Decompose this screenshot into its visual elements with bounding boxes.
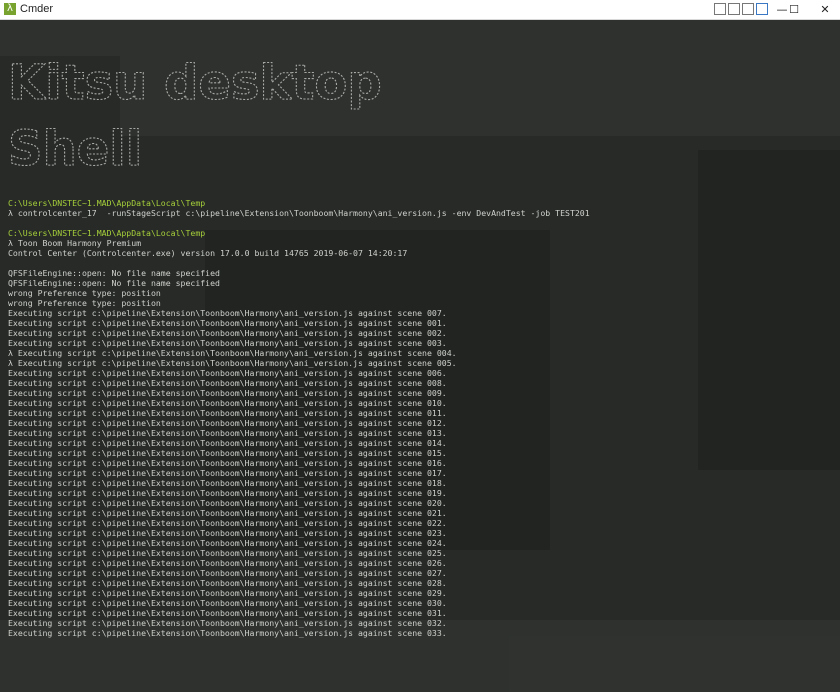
chevron-down-icon[interactable]	[742, 3, 754, 15]
output-line: Executing script c:\pipeline\Extension\T…	[8, 548, 447, 558]
output-line: QFSFileEngine::open: No file name specif…	[8, 268, 220, 278]
monitor-icon[interactable]	[756, 3, 768, 15]
console-lines: C:\Users\DNSTEC~1.MAD\AppData\Local\Temp…	[8, 198, 828, 638]
output-line: Executing script c:\pipeline\Extension\T…	[8, 328, 447, 338]
output-line: Executing script c:\pipeline\Extension\T…	[8, 318, 447, 328]
output-line: Executing script c:\pipeline\Extension\T…	[8, 388, 447, 398]
banner-line-1: Kitsu desktop	[8, 55, 382, 111]
output-line: Executing script c:\pipeline\Extension\T…	[8, 368, 447, 378]
output-line: Executing script c:\pipeline\Extension\T…	[8, 478, 447, 488]
cmder-lambda-icon: λ	[4, 3, 16, 15]
output-line: Executing script c:\pipeline\Extension\T…	[8, 428, 447, 438]
output-line: Executing script c:\pipeline\Extension\T…	[8, 418, 447, 428]
cmder-window: λ Cmder — ☐ ✕ Kitsu desktop Shell C:\Use…	[0, 0, 840, 692]
output-line: Executing script c:\pipeline\Extension\T…	[8, 558, 447, 568]
prompt-path: C:\Users\DNSTEC~1.MAD\AppData\Local\Temp	[8, 198, 206, 208]
output-line: λ Executing script c:\pipeline\Extension…	[8, 358, 457, 368]
close-button[interactable]: ✕	[811, 0, 839, 19]
output-line: wrong Preference type: position	[8, 288, 161, 298]
output-line: Executing script c:\pipeline\Extension\T…	[8, 628, 447, 638]
output-line: Executing script c:\pipeline\Extension\T…	[8, 458, 447, 468]
prompt-path: C:\Users\DNSTEC~1.MAD\AppData\Local\Temp	[8, 228, 206, 238]
output-line: Executing script c:\pipeline\Extension\T…	[8, 578, 447, 588]
output-line: Executing script c:\pipeline\Extension\T…	[8, 608, 447, 618]
ascii-banner: Kitsu desktop Shell	[7, 54, 382, 177]
command-line: λ controlcenter_17 -runStageScript c:\pi…	[8, 208, 590, 218]
close-tab-icon[interactable]	[728, 3, 740, 15]
output-line: Executing script c:\pipeline\Extension\T…	[8, 508, 447, 518]
output-line: QFSFileEngine::open: No file name specif…	[8, 278, 220, 288]
output-line: Executing script c:\pipeline\Extension\T…	[8, 378, 447, 388]
output-line: λ Toon Boom Harmony Premium	[8, 238, 142, 248]
output-line: Executing script c:\pipeline\Extension\T…	[8, 448, 447, 458]
output-line: Executing script c:\pipeline\Extension\T…	[8, 408, 447, 418]
output-line: Executing script c:\pipeline\Extension\T…	[8, 538, 447, 548]
output-line: Executing script c:\pipeline\Extension\T…	[8, 498, 447, 508]
script-output: QFSFileEngine::open: No file name specif…	[8, 268, 828, 638]
output-line: Executing script c:\pipeline\Extension\T…	[8, 488, 447, 498]
output-line: Control Center (Controlcenter.exe) versi…	[8, 248, 408, 258]
banner-line-2: Shell	[8, 121, 142, 177]
output-line: Executing script c:\pipeline\Extension\T…	[8, 518, 447, 528]
output-line: Executing script c:\pipeline\Extension\T…	[8, 438, 447, 448]
output-line: Executing script c:\pipeline\Extension\T…	[8, 618, 447, 628]
tile-icon[interactable]	[714, 3, 726, 15]
output-line: Executing script c:\pipeline\Extension\T…	[8, 468, 447, 478]
output-line: Executing script c:\pipeline\Extension\T…	[8, 398, 447, 408]
output-line: Executing script c:\pipeline\Extension\T…	[8, 338, 447, 348]
output-line: λ Executing script c:\pipeline\Extension…	[8, 348, 457, 358]
output-line: Executing script c:\pipeline\Extension\T…	[8, 308, 447, 318]
terminal-output[interactable]: Kitsu desktop Shell C:\Users\DNSTEC~1.MA…	[4, 24, 836, 684]
output-line: wrong Preference type: position	[8, 298, 161, 308]
output-line: Executing script c:\pipeline\Extension\T…	[8, 588, 447, 598]
window-title: Cmder	[20, 3, 54, 15]
tray-icons	[714, 1, 768, 17]
output-line: Executing script c:\pipeline\Extension\T…	[8, 528, 447, 538]
title-bar[interactable]: λ Cmder — ☐ ✕	[0, 0, 840, 20]
output-line: Executing script c:\pipeline\Extension\T…	[8, 598, 447, 608]
maximize-button[interactable]: ☐	[780, 0, 808, 19]
output-line: Executing script c:\pipeline\Extension\T…	[8, 568, 447, 578]
